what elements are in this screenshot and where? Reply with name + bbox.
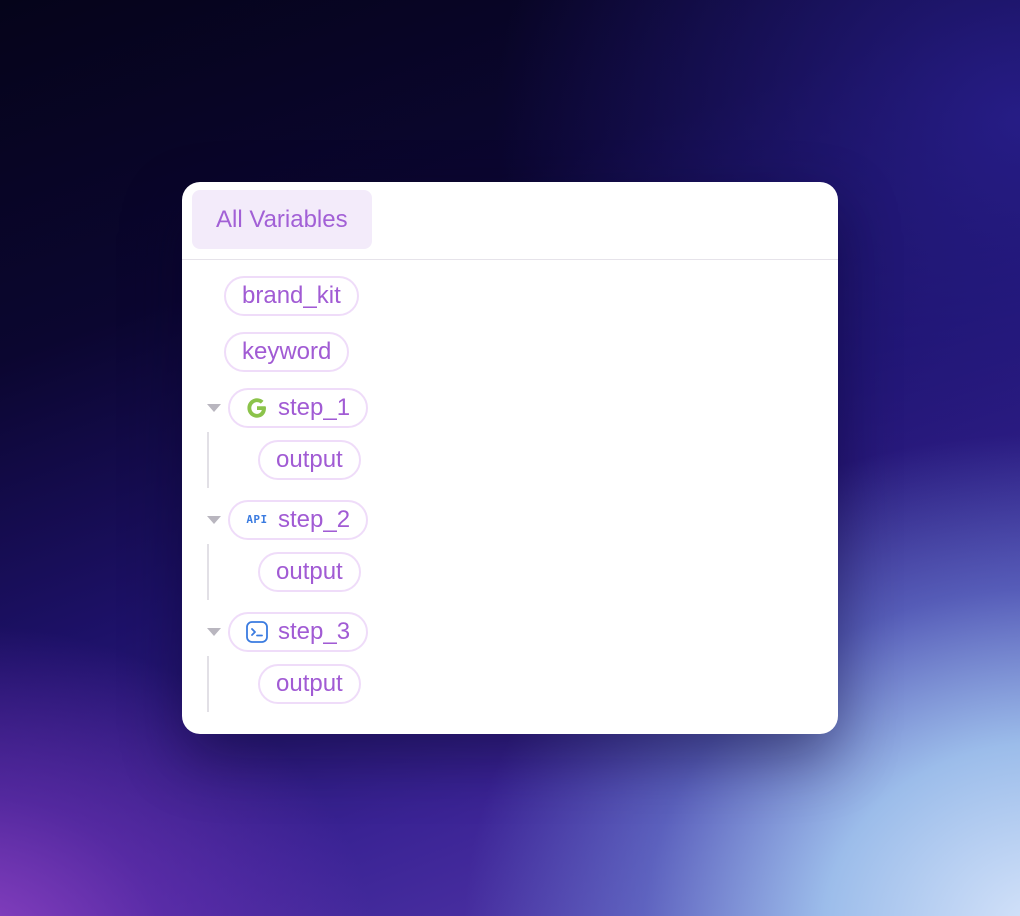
output-label: output bbox=[276, 558, 343, 585]
output-chip-step-3[interactable]: output bbox=[258, 664, 361, 704]
step-chip-step-1[interactable]: step_1 bbox=[228, 388, 369, 428]
variable-chip-brand-kit[interactable]: brand_kit bbox=[224, 276, 359, 316]
step-label: step_3 bbox=[278, 618, 351, 645]
expand-caret-step-2[interactable] bbox=[207, 516, 221, 524]
expand-caret-step-1[interactable] bbox=[207, 404, 221, 412]
variable-label: brand_kit bbox=[242, 282, 341, 309]
step-label: step_1 bbox=[278, 394, 351, 421]
variable-chip-keyword[interactable]: keyword bbox=[224, 332, 350, 372]
tab-all-variables[interactable]: All Variables bbox=[192, 190, 372, 249]
api-icon: API bbox=[244, 507, 270, 533]
tree-connector bbox=[207, 432, 209, 488]
output-chip-step-2[interactable]: output bbox=[258, 552, 361, 592]
expand-caret-step-3[interactable] bbox=[207, 628, 221, 636]
step-label: step_2 bbox=[278, 506, 351, 533]
variable-label: keyword bbox=[242, 338, 332, 365]
tree-connector bbox=[207, 656, 209, 712]
step-chip-step-3[interactable]: step_3 bbox=[228, 612, 369, 652]
output-label: output bbox=[276, 670, 343, 697]
google-icon bbox=[244, 395, 270, 421]
tree-connector bbox=[207, 544, 209, 600]
step-chip-step-2[interactable]: API step_2 bbox=[228, 500, 369, 540]
output-label: output bbox=[276, 446, 343, 473]
terminal-icon bbox=[244, 619, 270, 645]
tab-bar: All Variables bbox=[182, 182, 838, 260]
api-icon-text: API bbox=[246, 513, 268, 526]
output-chip-step-1[interactable]: output bbox=[258, 440, 361, 480]
variables-panel: All Variables brand_kit keyword step_1 o… bbox=[182, 182, 838, 734]
